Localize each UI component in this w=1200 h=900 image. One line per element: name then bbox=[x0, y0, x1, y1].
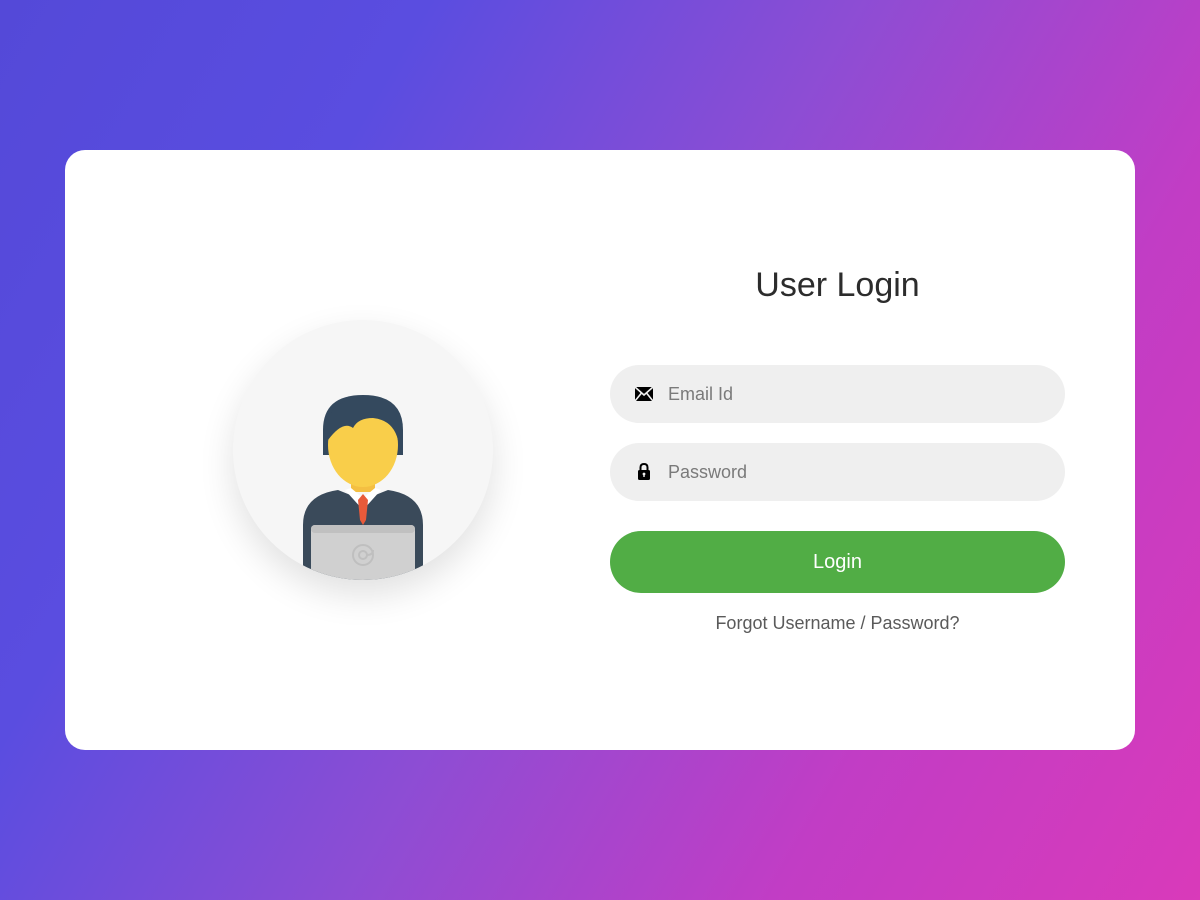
login-form: User Login Login bbox=[590, 200, 1065, 700]
email-input[interactable] bbox=[668, 384, 1041, 405]
email-field-row bbox=[610, 365, 1065, 423]
login-button[interactable]: Login bbox=[610, 531, 1065, 593]
page-title: User Login bbox=[610, 266, 1065, 305]
login-card: User Login Login bbox=[65, 150, 1135, 750]
avatar-circle bbox=[233, 320, 493, 580]
user-avatar-icon bbox=[263, 380, 463, 580]
avatar-section bbox=[135, 200, 590, 700]
password-input[interactable] bbox=[668, 462, 1041, 483]
forgot-link[interactable]: Forgot Username / Password? bbox=[610, 613, 1065, 634]
email-icon bbox=[634, 384, 654, 404]
lock-icon bbox=[634, 462, 654, 482]
password-field-row bbox=[610, 443, 1065, 501]
